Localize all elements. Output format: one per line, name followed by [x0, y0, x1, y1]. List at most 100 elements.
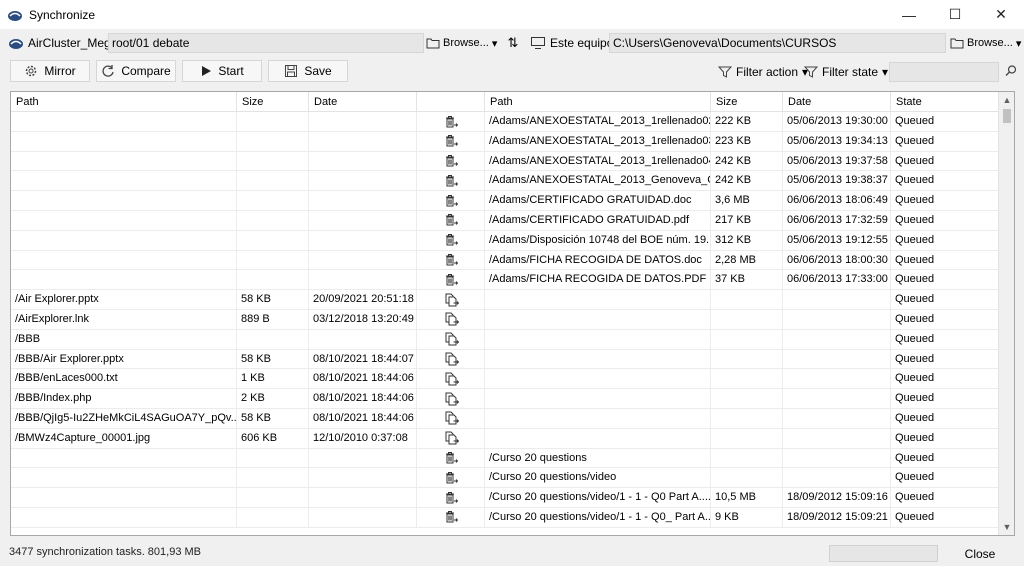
destination-date-cell: 06/06/2013 18:00:30 — [783, 250, 891, 270]
title-bar: Synchronize — ☐ ✕ — [0, 0, 1024, 29]
state-cell: Queued — [891, 171, 999, 191]
header-source-date[interactable]: Date — [309, 92, 417, 112]
table-row[interactable]: /BBB/QjIg5-Iu2ZHeMkCiL4SAGuOA7Y_pQv... 58… — [11, 408, 999, 429]
state-cell: Queued — [891, 428, 999, 448]
filter-action-label: Filter action — [736, 65, 799, 79]
maximize-button[interactable]: ☐ — [932, 0, 978, 29]
scroll-down-icon[interactable]: ▼ — [999, 520, 1014, 534]
table-row[interactable]: /BBB Queued — [11, 329, 999, 350]
header-state[interactable]: State — [891, 92, 999, 112]
close-button[interactable]: Close — [944, 544, 1016, 564]
source-date-cell — [309, 468, 417, 488]
source-path-cell — [11, 151, 237, 171]
source-size-cell: 58 KB — [237, 349, 309, 369]
table-row[interactable]: /Air Explorer.pptx 58 KB 20/09/2021 20:51:… — [11, 290, 999, 310]
header-destination-size[interactable]: Size — [711, 92, 783, 112]
source-path-cell: /Air Explorer.pptx — [11, 290, 237, 310]
source-browse-button[interactable]: Browse... ▾ — [426, 33, 497, 53]
destination-date-cell: 18/09/2012 15:09:21 — [783, 507, 891, 527]
destination-size-cell — [711, 290, 783, 310]
swap-icon[interactable]: ⇅ — [506, 34, 520, 52]
mirror-button[interactable]: Mirror — [10, 60, 90, 82]
destination-date-cell — [783, 290, 891, 310]
source-date-cell: 20/09/2021 20:51:18 — [309, 290, 417, 310]
source-date-cell — [309, 151, 417, 171]
source-date-cell — [309, 250, 417, 270]
destination-path-field[interactable]: C:\Users\Genoveva\Documents\CURSOS — [609, 33, 946, 53]
table-row[interactable]: /Adams/FICHA RECOGIDA DE DATOS.doc 2,28 M… — [11, 250, 999, 271]
header-source-path[interactable]: Path — [11, 92, 237, 112]
mirror-label: Mirror — [44, 64, 76, 78]
start-label: Start — [218, 64, 244, 78]
filter-state-dropdown[interactable]: Filter state ▾ — [804, 62, 888, 82]
table-row[interactable]: /Adams/FICHA RECOGIDA DE DATOS.PDF 37 KB 0… — [11, 270, 999, 291]
destination-browse-button[interactable]: Browse... ▾ — [950, 33, 1021, 53]
source-date-cell — [309, 210, 417, 230]
destination-size-cell — [711, 468, 783, 488]
source-path-cell — [11, 507, 237, 527]
header-action[interactable] — [417, 92, 485, 112]
destination-size-cell: 223 KB — [711, 131, 783, 151]
vertical-scrollbar[interactable]: ▲ ▼ — [998, 92, 1014, 535]
destination-path-cell: /Curso 20 questions — [485, 448, 711, 468]
source-size-cell — [237, 270, 309, 290]
state-cell: Queued — [891, 329, 999, 349]
minimize-button[interactable]: — — [886, 0, 932, 29]
source-size-cell — [237, 112, 309, 131]
progress-bar — [829, 545, 938, 562]
destination-path-cell: /Adams/CERTIFICADO GRATUIDAD.pdf — [485, 210, 711, 230]
table-row[interactable]: /AirExplorer.lnk 889 B 03/12/2018 13:20:49… — [11, 309, 999, 330]
table-row[interactable]: /Curso 20 questions/video Queued — [11, 468, 999, 489]
close-window-button[interactable]: ✕ — [978, 0, 1024, 29]
toolbar: Mirror Compare Start Save Filter action … — [0, 60, 1024, 84]
destination-path-cell: /Adams/ANEXOESTATAL_2013_Genoveva_C... — [485, 171, 711, 191]
source-path-field[interactable]: root/01 debate — [108, 33, 424, 53]
source-size-cell — [237, 507, 309, 527]
header-source-size[interactable]: Size — [237, 92, 309, 112]
scrollbar-thumb[interactable] — [1003, 109, 1011, 123]
start-button[interactable]: Start — [182, 60, 262, 82]
table-row[interactable]: /BBB/Air Explorer.pptx 58 KB 08/10/2021 18… — [11, 349, 999, 370]
table-body: /Adams/ANEXOESTATAL_2013_1rellenado02...… — [11, 112, 999, 528]
source-date-cell — [309, 131, 417, 151]
table-row[interactable]: /BMWz4Capture_00001.jpg 606 KB 12/10/2010 … — [11, 428, 999, 449]
table-row[interactable]: /Adams/ANEXOESTATAL_2013_1rellenado04...… — [11, 151, 999, 172]
table-row[interactable]: /Adams/CERTIFICADO GRATUIDAD.pdf 217 KB 06… — [11, 210, 999, 231]
table-row[interactable]: /Adams/CERTIFICADO GRATUIDAD.doc 3,6 MB 06… — [11, 191, 999, 211]
destination-size-cell: 10,5 MB — [711, 488, 783, 508]
table-row[interactable]: /Adams/ANEXOESTATAL_2013_1rellenado02...… — [11, 112, 999, 132]
source-path-cell — [11, 210, 237, 230]
state-cell: Queued — [891, 290, 999, 310]
source-path-cell — [11, 230, 237, 250]
state-cell: Queued — [891, 408, 999, 428]
state-cell: Queued — [891, 270, 999, 290]
search-icon[interactable] — [1004, 64, 1018, 78]
header-destination-path[interactable]: Path — [485, 92, 711, 112]
table-row[interactable]: /Curso 20 questions/video/1 - 1 - Q0_ Pa… — [11, 507, 999, 528]
scroll-up-icon[interactable]: ▲ — [999, 93, 1014, 107]
table-row[interactable]: /BBB/enLaces000.txt 1 KB 08/10/2021 18:44:… — [11, 369, 999, 390]
compare-button[interactable]: Compare — [96, 60, 176, 82]
copy-action-icon — [417, 408, 485, 428]
destination-date-cell: 06/06/2013 18:06:49 — [783, 191, 891, 211]
state-cell: Queued — [891, 389, 999, 409]
table-row[interactable]: /Adams/ANEXOESTATAL_2013_1rellenado03...… — [11, 131, 999, 152]
path-bar: AirCluster_Mega root/01 debate Browse...… — [0, 31, 1024, 55]
filter-search-input[interactable] — [889, 62, 999, 82]
destination-size-cell: 242 KB — [711, 171, 783, 191]
state-cell: Queued — [891, 191, 999, 211]
table-row[interactable]: /Curso 20 questions Queued — [11, 448, 999, 469]
table-row[interactable]: /BBB/Index.php 2 KB 08/10/2021 18:44:06 Que… — [11, 389, 999, 409]
filter-action-dropdown[interactable]: Filter action ▾ — [718, 62, 808, 82]
delete-action-icon — [417, 112, 485, 131]
table-row[interactable]: /Adams/Disposición 10748 del BOE núm. 19… — [11, 230, 999, 251]
destination-size-cell: 242 KB — [711, 151, 783, 171]
source-path-cell — [11, 191, 237, 211]
destination-path-cell: /Adams/ANEXOESTATAL_2013_1rellenado03...… — [485, 131, 711, 151]
save-button[interactable]: Save — [268, 60, 348, 82]
compare-label: Compare — [121, 64, 171, 78]
header-destination-date[interactable]: Date — [783, 92, 891, 112]
table-row[interactable]: /Curso 20 questions/video/1 - 1 - Q0 Par… — [11, 488, 999, 508]
destination-date-cell — [783, 309, 891, 329]
table-row[interactable]: /Adams/ANEXOESTATAL_2013_Genoveva_C... 24… — [11, 171, 999, 192]
